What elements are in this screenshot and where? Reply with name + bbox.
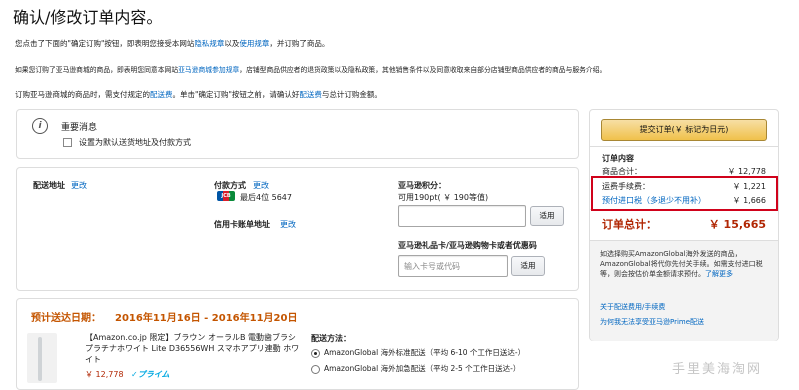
notice-text: 订购亚马逊商城的商品时，需支付规定的: [15, 90, 150, 99]
delivery-date-value: 2016年11月16日 - 2016年11月20日: [115, 313, 298, 324]
toothbrush-image: [38, 337, 42, 381]
prime-info-link[interactable]: 为何我无法享受亚马逊Prime配送: [600, 317, 704, 327]
points-input[interactable]: [398, 205, 526, 227]
notice-text: 。单击"确定订购"按钮之前，请确认好: [172, 90, 300, 99]
option-label: AmazonGlobal 海外加急配送（平均 2-5 个工作日送达-）: [324, 364, 521, 373]
product-image[interactable]: [27, 333, 57, 383]
notice-shipping: 订购亚马逊商城的商品时，需支付规定的配送费。单击"确定订购"按钮之前，请确认好配…: [15, 89, 382, 100]
card-last4: 最后4位 5647: [240, 193, 292, 202]
notice-terms: 您点击了下面的"确定订购"按钮，即表明您接受本网站隐私规章以及使用规章，并订购了…: [15, 38, 329, 49]
shipping-option-express[interactable]: AmazonGlobal 海外加急配送（平均 2-5 个工作日送达-）: [311, 363, 520, 374]
payment-change-link[interactable]: 更改: [253, 180, 269, 191]
page-title: 确认/修改订单内容。: [13, 8, 163, 27]
payment-label: 付款方式: [214, 181, 246, 190]
learn-more-link[interactable]: 了解更多: [705, 270, 733, 278]
notice-marketplace: 如果您订购了亚马逊商城的商品，即表明您同意本网站亚马逊商城参加规章，店铺型商品供…: [15, 64, 606, 74]
summary-info-area: 如选择购买AmazonGlobal海外发送的商品，AmazonGlobal将代你…: [590, 240, 778, 341]
giftcard-placeholder: 输入卡号或代码: [404, 262, 460, 271]
delivery-date-label: 预计送达日期：: [31, 313, 101, 324]
notice-text: 与总计订购金额。: [321, 90, 382, 99]
option-label: AmazonGlobal 海外标准配送（平均 6-10 个工作日送达-）: [324, 348, 526, 357]
giftcard-apply-button[interactable]: 适用: [511, 256, 545, 276]
notice-text: 您点击了下面的"确定订购"按钮，即表明您接受本网站: [15, 39, 195, 48]
points-apply-button[interactable]: 适用: [530, 206, 564, 226]
points-available: 可用190pt( ￥ 190等值): [398, 193, 489, 202]
important-message-box: i 重要消息 设置为默认送货地址及付款方式: [16, 109, 579, 159]
checkout-details-box: 配送地址 更改 付款方式 更改 JCB 最后4位 5647 信用卡账单地址 更改…: [16, 167, 579, 291]
summary-heading: 订单内容: [602, 154, 634, 163]
terms-link[interactable]: 使用规章: [239, 39, 269, 48]
shipping-option-standard[interactable]: AmazonGlobal 海外标准配送（平均 6-10 个工作日送达-）: [311, 347, 525, 358]
shipping-fees-info-link[interactable]: 关于配送费用/手续费: [600, 302, 665, 312]
shipping-fee-link-2[interactable]: 配送费: [299, 90, 322, 99]
order-summary-panel: 提交订单(￥ 标记为日元) 订单内容 商品合计： ￥ 12,778 运费手续费：…: [589, 109, 779, 341]
total-value: ￥ 15,665: [708, 218, 766, 231]
product-price: ￥ 12,778: [85, 370, 124, 379]
notice-text: ，店铺型商品供应者的退货政策以及隐私政策，其他销售条件以及同意收取来自部分店铺型…: [239, 66, 607, 74]
product-name: 【Amazon.co.jp 限定】ブラウン オーラルB 電動歯ブラシ プラチナホ…: [85, 333, 300, 364]
delivery-box: 预计送达日期： 2016年11月16日 - 2016年11月20日 【Amazo…: [16, 298, 579, 390]
shipping-method-label: 配送方法：: [311, 334, 351, 343]
marketplace-rules-link[interactable]: 亚马逊商城参加规章: [178, 66, 239, 74]
radio-selected[interactable]: [311, 348, 320, 358]
billing-label: 信用卡账单地址: [214, 220, 270, 229]
notice-text: ，并订购了商品。: [269, 39, 330, 48]
highlight-box: [591, 176, 778, 211]
address-label: 配送地址: [33, 181, 65, 190]
place-order-button[interactable]: 提交订单(￥ 标记为日元): [601, 119, 767, 141]
billing-change-link[interactable]: 更改: [280, 219, 296, 230]
giftcard-input[interactable]: 输入卡号或代码: [398, 255, 508, 277]
watermark: 手里美海淘网: [672, 362, 763, 377]
info-icon: i: [32, 118, 48, 134]
important-title: 重要消息: [61, 123, 98, 133]
address-change-link[interactable]: 更改: [71, 180, 87, 191]
notice-text: 如果您订购了亚马逊商城的商品，即表明您同意本网站: [15, 66, 179, 74]
notice-text: 以及: [224, 39, 240, 48]
privacy-link[interactable]: 隐私规章: [194, 39, 224, 48]
giftcard-title: 亚马逊礼品卡/亚马逊购物卡或者优惠码: [398, 241, 537, 250]
shipping-fee-link[interactable]: 配送费: [150, 90, 173, 99]
default-checkbox-label: 设置为默认送货地址及付款方式: [79, 138, 191, 147]
points-title: 亚马逊积分：: [398, 181, 446, 190]
radio-unselected[interactable]: [311, 364, 320, 374]
divider: [590, 146, 778, 147]
default-checkbox[interactable]: [63, 138, 72, 147]
global-info: 如选择购买AmazonGlobal海外发送的商品，AmazonGlobal将代你…: [600, 250, 763, 278]
prime-badge: ✓プライム: [131, 370, 170, 379]
jcb-card-icon: JCB: [217, 191, 235, 201]
total-label: 订单总计：: [602, 218, 657, 231]
global-info-text: 如选择购买AmazonGlobal海外发送的商品，AmazonGlobal将代你…: [600, 249, 768, 279]
